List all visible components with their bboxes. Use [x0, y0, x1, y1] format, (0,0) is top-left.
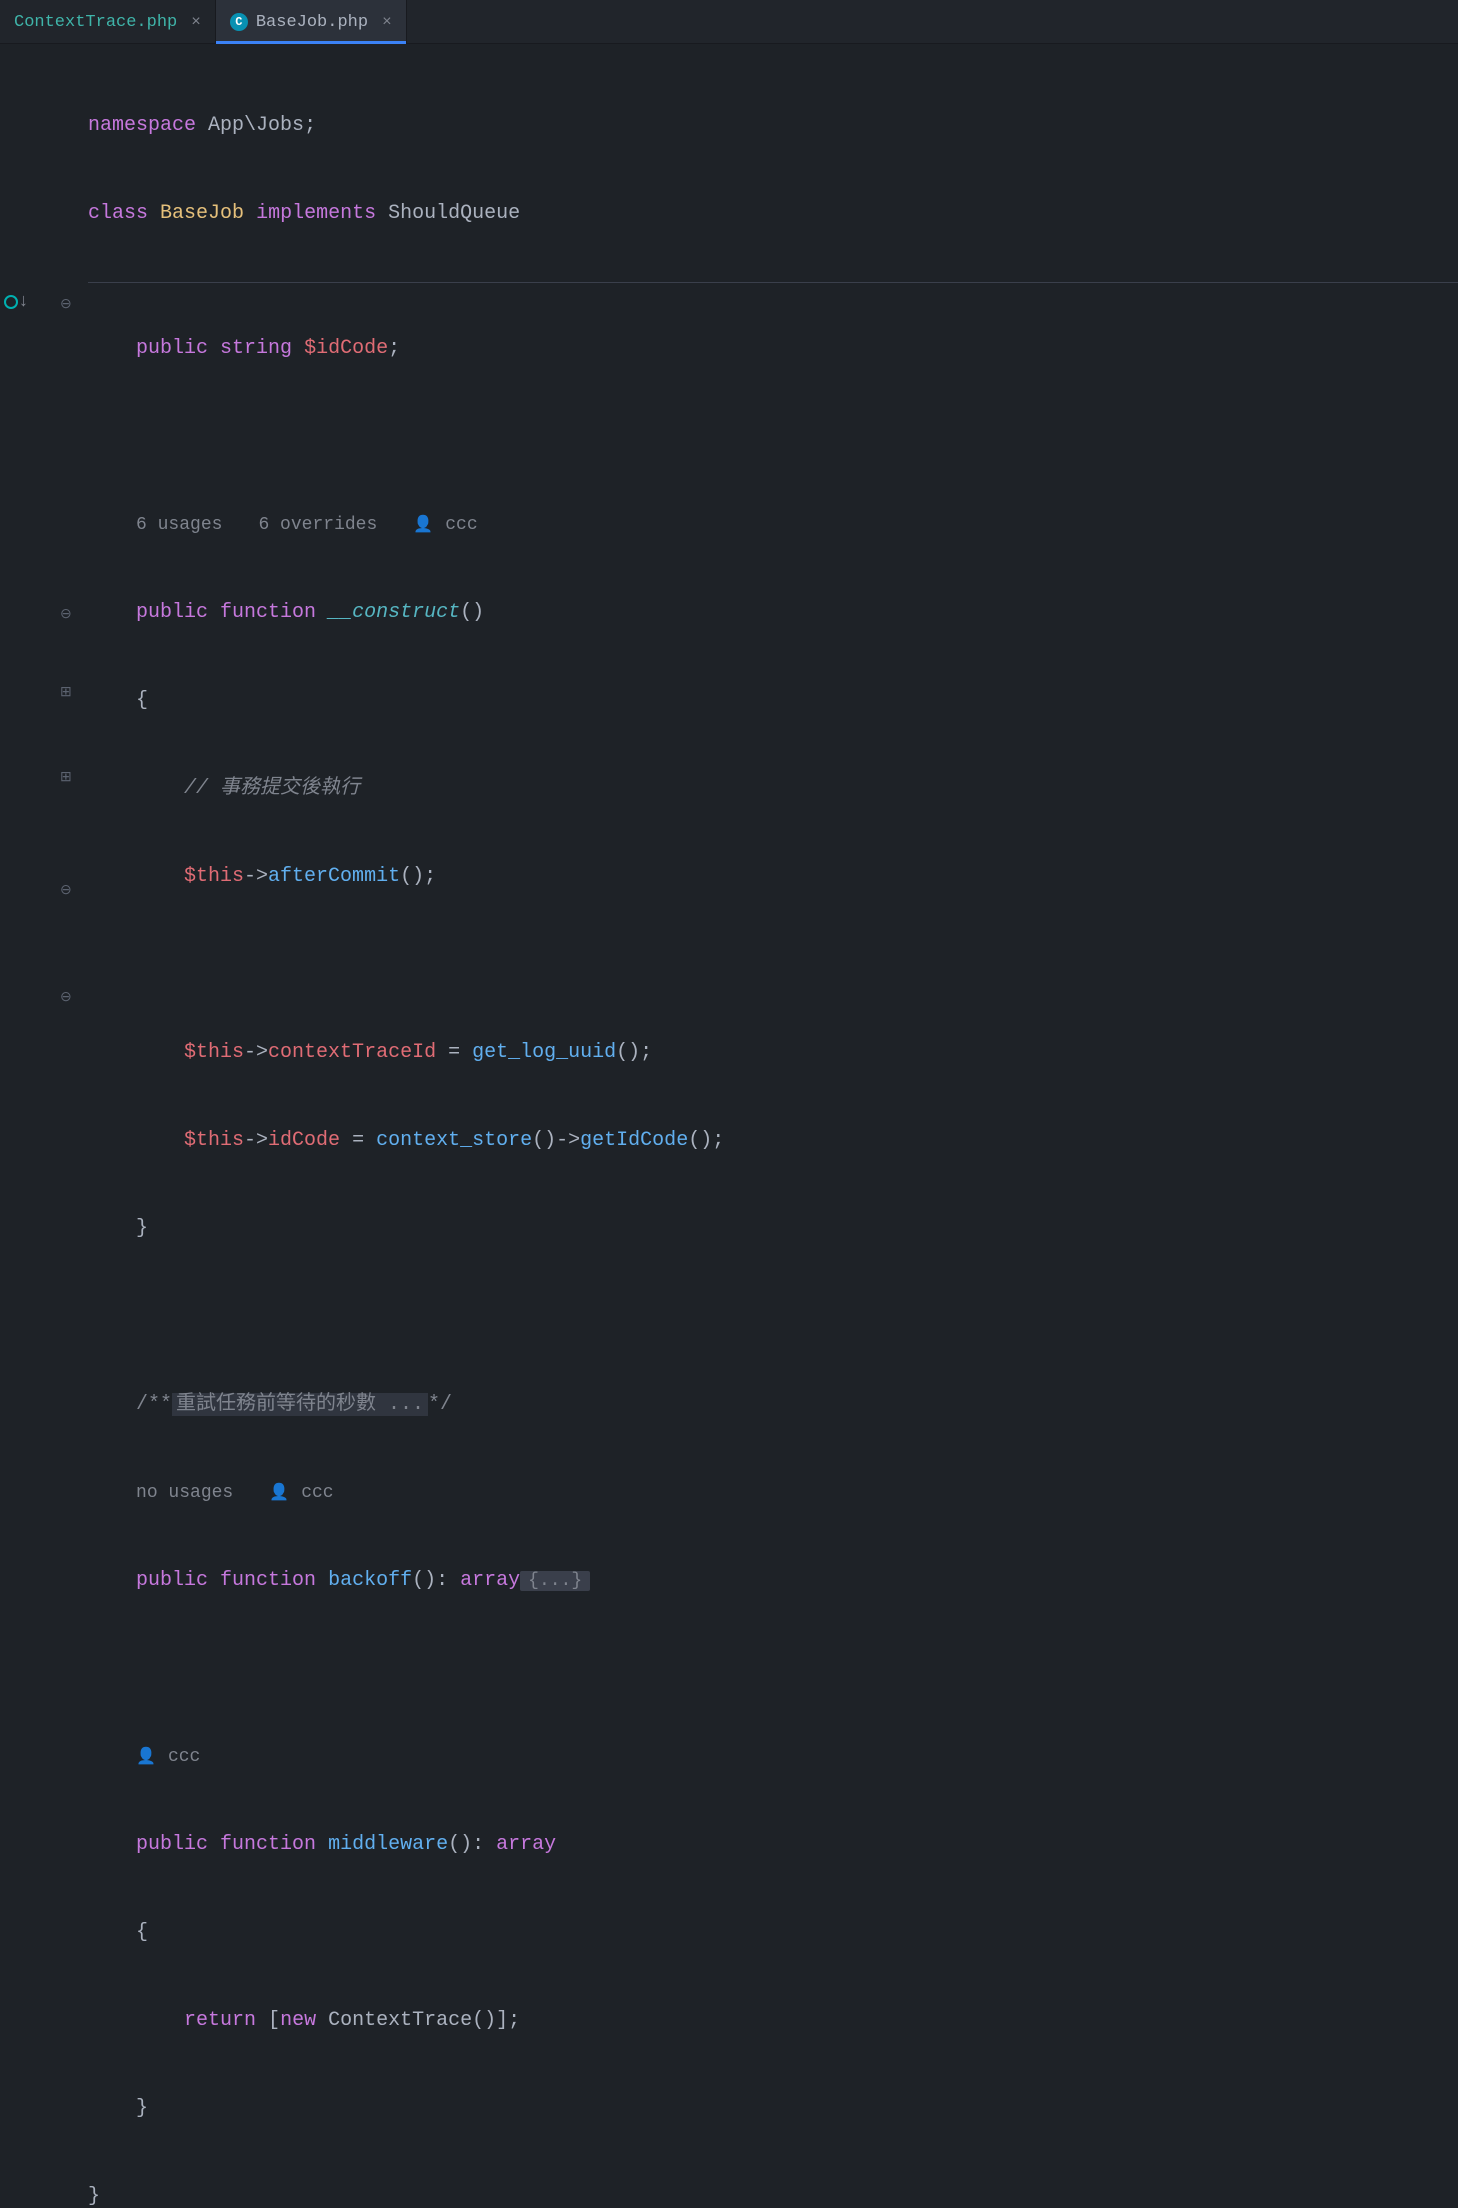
interface-name: ShouldQueue	[388, 202, 520, 225]
class-name: BaseJob	[160, 202, 244, 225]
close-icon[interactable]: ×	[191, 13, 201, 31]
keyword: public	[136, 1569, 208, 1592]
user-icon: 👤	[136, 1748, 156, 1766]
fold-toggle[interactable]: ⊖	[60, 989, 72, 1006]
return-type: array	[460, 1569, 520, 1592]
tab-contexttrace[interactable]: ContextTrace.php ×	[0, 0, 216, 44]
tab-label: BaseJob.php	[256, 13, 368, 32]
keyword: function	[220, 1833, 316, 1856]
overrides-hint[interactable]: 6 overrides	[258, 515, 377, 535]
tab-basejob[interactable]: C BaseJob.php ×	[216, 0, 407, 44]
author-hint[interactable]: ccc	[168, 1747, 200, 1767]
code-content[interactable]: namespace App\Jobs; class BaseJob implem…	[88, 44, 1458, 1104]
fold-toggle[interactable]: ⊖	[60, 296, 72, 313]
this-var: $this	[184, 865, 244, 888]
docblock-close: */	[428, 1393, 452, 1416]
class-icon: C	[230, 13, 248, 31]
type-keyword: string	[220, 337, 292, 360]
keyword: public	[136, 337, 208, 360]
user-icon: 👤	[269, 1484, 289, 1502]
keyword: public	[136, 1833, 208, 1856]
keyword: public	[136, 601, 208, 624]
method-call: getIdCode	[580, 1129, 688, 1152]
comment: // 事務提交後執行	[184, 777, 360, 800]
property-var: $idCode	[304, 337, 388, 360]
method-name: backoff	[328, 1569, 412, 1592]
this-var: $this	[184, 1041, 244, 1064]
keyword: class	[88, 202, 148, 225]
author-hint[interactable]: ccc	[301, 1483, 333, 1503]
fold-toggle[interactable]: ⊖	[60, 882, 72, 899]
fold-toggle[interactable]: ⊞	[60, 684, 72, 701]
usages-hint[interactable]: no usages	[136, 1483, 233, 1503]
close-icon[interactable]: ×	[382, 13, 392, 31]
function-call: get_log_uuid	[472, 1041, 616, 1064]
method-call: afterCommit	[268, 865, 400, 888]
namespace-path: App\Jobs	[208, 114, 304, 137]
gutter: ↓ ⊖ ⊖ ⊞ ⊞ ⊖ ⊖	[0, 44, 88, 1104]
fold-toggle[interactable]: ⊖	[60, 606, 72, 623]
method-name: middleware	[328, 1833, 448, 1856]
folded-code[interactable]: {...}	[520, 1571, 590, 1591]
this-var: $this	[184, 1129, 244, 1152]
docblock-open: /**	[136, 1393, 172, 1416]
function-call: context_store	[376, 1129, 532, 1152]
fold-toggle[interactable]: ⊞	[60, 769, 72, 786]
tab-bar: ContextTrace.php × C BaseJob.php ×	[0, 0, 1458, 44]
keyword: namespace	[88, 114, 196, 137]
editor-area[interactable]: ↓ ⊖ ⊖ ⊞ ⊞ ⊖ ⊖ namespace App\Jobs; class …	[0, 44, 1458, 1104]
override-gutter-icon[interactable]: ↓	[4, 292, 29, 312]
return-type: array	[496, 1833, 556, 1856]
docblock-text: 重試任務前等待的秒數 ...	[172, 1393, 428, 1416]
user-icon: 👤	[413, 516, 433, 534]
property-ref: contextTraceId	[268, 1041, 436, 1064]
usages-hint[interactable]: 6 usages	[136, 515, 222, 535]
keyword: function	[220, 1569, 316, 1592]
keyword: function	[220, 601, 316, 624]
author-hint[interactable]: ccc	[445, 515, 477, 535]
method-name: __construct	[328, 601, 460, 624]
keyword: return	[184, 2009, 256, 2032]
class-ref: ContextTrace	[328, 2009, 472, 2032]
tab-label: ContextTrace.php	[14, 13, 177, 32]
keyword: new	[280, 2009, 316, 2032]
keyword: implements	[256, 202, 376, 225]
property-ref: idCode	[268, 1129, 340, 1152]
